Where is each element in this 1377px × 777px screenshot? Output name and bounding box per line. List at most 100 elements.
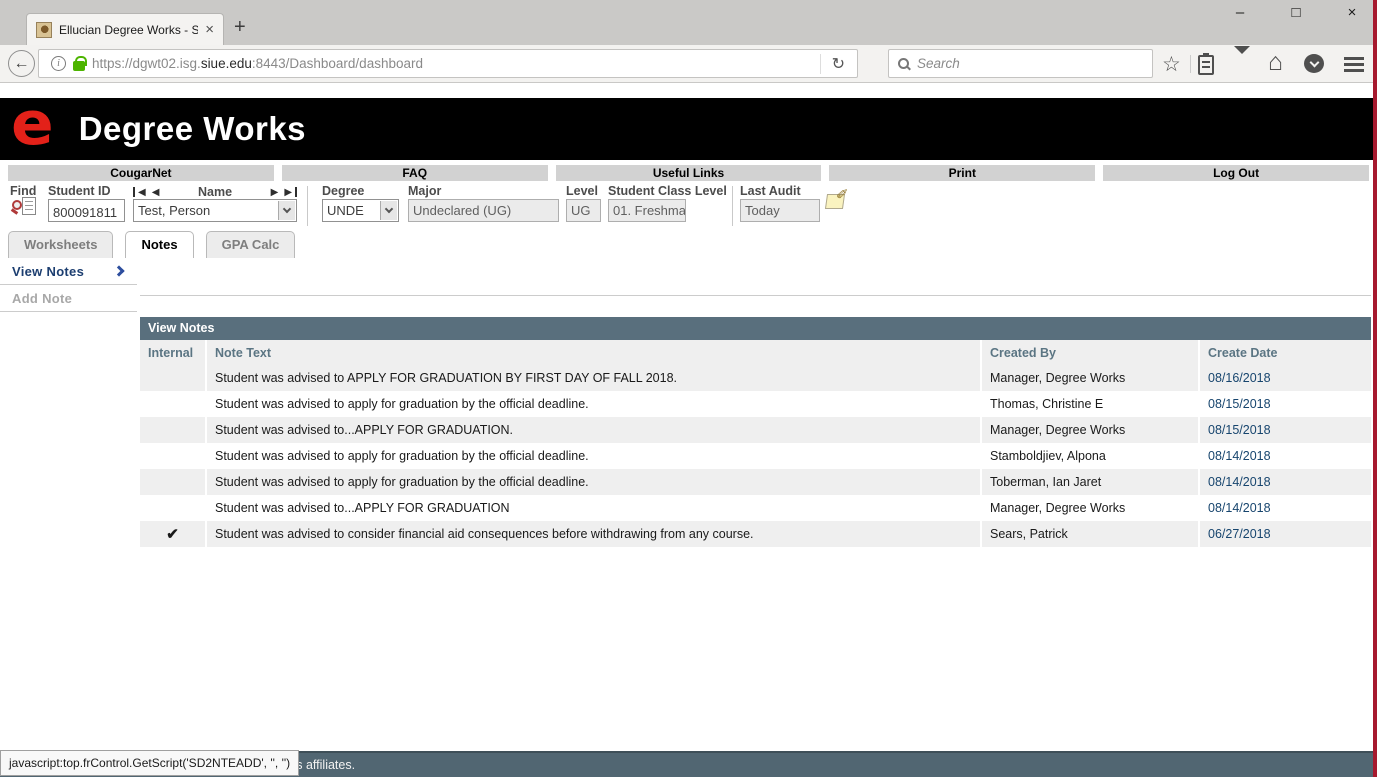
note-text: Student was advised to consider financia…	[206, 521, 981, 547]
col-internal: Internal	[140, 340, 206, 365]
chevron-right-icon	[113, 265, 124, 276]
app-title: Degree Works	[79, 110, 306, 148]
window-controls: – □ ×	[1225, 4, 1367, 21]
browser-tab-title: Ellucian Degree Works - SI...	[59, 23, 198, 37]
browser-titlebar: Ellucian Degree Works - SI... × + – □ ×	[0, 0, 1377, 45]
reload-icon[interactable]: ↻	[828, 54, 849, 74]
created-by: Thomas, Christine E	[981, 391, 1199, 417]
prev-record-icon[interactable]: ◀	[149, 187, 163, 198]
created-by: Stamboldjiev, Alpona	[981, 443, 1199, 469]
last-record-icon[interactable]: ▶	[281, 187, 295, 198]
created-by: Sears, Patrick	[981, 521, 1199, 547]
create-date: 08/14/2018	[1199, 495, 1371, 521]
https-lock-icon[interactable]	[73, 61, 85, 71]
back-button[interactable]: ←	[8, 50, 35, 77]
create-date: 08/15/2018	[1199, 391, 1371, 417]
name-label: Name	[198, 185, 232, 199]
close-button[interactable]: ×	[1337, 4, 1367, 21]
created-by: Manager, Degree Works	[981, 417, 1199, 443]
note-text: Student was advised to apply for graduat…	[206, 469, 981, 495]
ellucian-logo: e	[11, 102, 54, 146]
note-text: Student was advised to...APPLY FOR GRADU…	[206, 417, 981, 443]
note-row: Student was advised to apply for graduat…	[140, 391, 1371, 417]
browser-tab[interactable]: Ellucian Degree Works - SI... ×	[26, 13, 224, 45]
note-row: Student was advised to apply for graduat…	[140, 469, 1371, 495]
nav-button[interactable]: Log Out	[1103, 165, 1369, 181]
tab-close-icon[interactable]: ×	[205, 22, 214, 37]
search-input[interactable]	[917, 56, 1143, 71]
app-tab[interactable]: Worksheets	[8, 231, 113, 258]
browser-toolbar: ← i https://dgwt02.isg.siue.edu:8443/Das…	[0, 45, 1377, 83]
name-select[interactable]: Test, Person	[133, 199, 297, 222]
note-text: Student was advised to APPLY FOR GRADUAT…	[206, 365, 981, 391]
url-text: https://dgwt02.isg.siue.edu:8443/Dashboa…	[92, 56, 423, 71]
dropdown-arrow-icon[interactable]	[380, 201, 397, 220]
note-row: Student was advised to...APPLY FOR GRADU…	[140, 417, 1371, 443]
nav-button[interactable]: Print	[829, 165, 1095, 181]
notes-sidebar: View Notes Add Note	[0, 258, 137, 312]
page-info-icon[interactable]: i	[51, 56, 66, 71]
student-id-label: Student ID	[48, 184, 111, 198]
col-note-text: Note Text	[206, 340, 981, 365]
internal-check	[140, 495, 206, 521]
internal-check	[140, 443, 206, 469]
app-tabs: Worksheets Notes GPA Calc	[8, 231, 295, 258]
new-tab-button[interactable]: +	[234, 16, 246, 39]
created-by: Manager, Degree Works	[981, 365, 1199, 391]
created-by: Toberman, Ian Jaret	[981, 469, 1199, 495]
minimize-button[interactable]: –	[1225, 4, 1255, 21]
create-date: 08/14/2018	[1199, 443, 1371, 469]
content-divider	[140, 295, 1371, 296]
note-row: Student was advised to APPLY FOR GRADUAT…	[140, 365, 1371, 391]
name-pager: ◀ ◀ Name ▶ ▶	[133, 185, 297, 199]
footer-text: its affiliates.	[290, 758, 355, 772]
search-box[interactable]	[888, 49, 1153, 78]
col-create-date: Create Date	[1199, 340, 1371, 365]
create-date: 08/14/2018	[1199, 469, 1371, 495]
hamburger-menu-icon[interactable]	[1344, 57, 1364, 60]
class-level-label: Student Class Level	[608, 184, 727, 198]
nav-button[interactable]: Useful Links	[556, 165, 822, 181]
app-tab[interactable]: GPA Calc	[206, 231, 296, 258]
panel-title: View Notes	[140, 317, 1371, 340]
last-audit-label: Last Audit	[740, 184, 801, 198]
level-label: Level	[566, 184, 598, 198]
favicon-cougar	[36, 22, 52, 38]
app-tab[interactable]: Notes	[125, 231, 193, 258]
maximize-button[interactable]: □	[1281, 4, 1311, 21]
note-text: Student was advised to...APPLY FOR GRADU…	[206, 495, 981, 521]
app-header: e Degree Works	[0, 98, 1377, 160]
search-icon	[898, 58, 909, 69]
dropdown-arrow-icon[interactable]	[278, 201, 295, 220]
first-record-icon[interactable]: ◀	[135, 187, 149, 198]
degree-label: Degree	[322, 184, 364, 198]
note-text: Student was advised to apply for graduat…	[206, 443, 981, 469]
next-record-icon[interactable]: ▶	[268, 187, 282, 198]
nav-button[interactable]: CougarNet	[8, 165, 274, 181]
home-icon[interactable]: ⌂	[1268, 48, 1283, 77]
internal-check	[140, 469, 206, 495]
status-tooltip: javascript:top.frControl.GetScript('SD2N…	[0, 750, 299, 776]
bookmark-star-icon[interactable]: ☆	[1162, 52, 1181, 77]
note-text: Student was advised to apply for graduat…	[206, 391, 981, 417]
student-id-input[interactable]	[48, 199, 125, 222]
window-edge	[1373, 0, 1377, 777]
class-level-field: 01. Freshma	[608, 199, 686, 222]
note-row: Student was advised to apply for graduat…	[140, 443, 1371, 469]
last-audit-field: Today	[740, 199, 820, 222]
create-date: 08/16/2018	[1199, 365, 1371, 391]
sidebar-item[interactable]: Add Note	[0, 285, 137, 312]
reading-list-icon[interactable]	[1198, 55, 1214, 75]
url-bar[interactable]: i https://dgwt02.isg.siue.edu:8443/Dashb…	[38, 49, 858, 78]
notes-table: Internal Note Text Created By Create Dat…	[140, 340, 1371, 547]
note-row: ✔ Student was advised to consider financ…	[140, 521, 1371, 547]
sidebar-item[interactable]: View Notes	[0, 258, 137, 285]
degree-select[interactable]: UNDE	[322, 199, 399, 222]
level-field: UG	[566, 199, 601, 222]
note-memo-icon[interactable]	[825, 194, 845, 209]
find-student-icon[interactable]	[12, 197, 36, 219]
created-by: Manager, Degree Works	[981, 495, 1199, 521]
downloads-icon[interactable]	[1234, 54, 1250, 72]
nav-button[interactable]: FAQ	[282, 165, 548, 181]
pocket-icon[interactable]	[1304, 54, 1324, 73]
